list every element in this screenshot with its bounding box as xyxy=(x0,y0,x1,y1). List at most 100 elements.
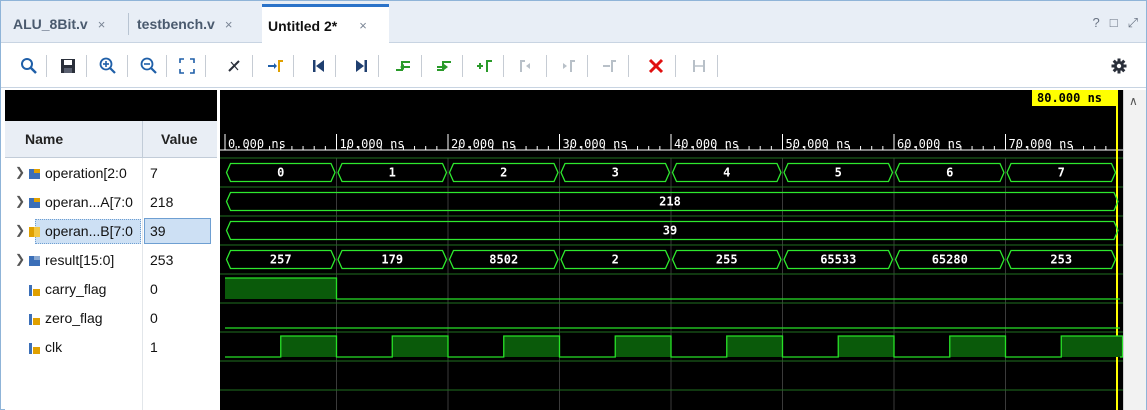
signal-row-carry-flag[interactable]: carry_flag 0 xyxy=(5,275,217,304)
operand-a-wave-value-label: 218 xyxy=(659,195,681,209)
operation-wave-value-label: 2 xyxy=(500,166,507,180)
zoom-out-icon[interactable] xyxy=(139,57,159,75)
zoom-in-icon[interactable] xyxy=(98,57,118,75)
toolbar-separator xyxy=(421,55,422,77)
next-transition-icon[interactable] xyxy=(434,57,454,75)
go-to-start-icon[interactable] xyxy=(309,57,329,75)
clk-wave-high-fill xyxy=(503,336,560,357)
tab-testbench[interactable]: testbench.v × xyxy=(131,5,238,43)
toolbar-separator xyxy=(86,55,87,77)
signal-row-operation[interactable]: ❯ operation[2:0 7 xyxy=(5,159,217,188)
waveform-window: ALU_8Bit.v × testbench.v × Untitled 2* ×… xyxy=(0,0,1147,410)
toolbar-separator xyxy=(166,55,167,77)
add-marker-icon[interactable] xyxy=(475,57,495,75)
swap-cursors-icon[interactable] xyxy=(600,57,620,75)
signal-name: clk xyxy=(45,339,63,355)
maximize-icon[interactable]: ⤢ xyxy=(1128,15,1138,31)
bit-signal-icon xyxy=(29,312,40,325)
expand-icon[interactable]: ❯ xyxy=(15,165,25,179)
waveform-view[interactable]: 0.000 ns 10.000 ns 20.000 ns 30.000 ns 40.00… xyxy=(220,90,1123,410)
signal-name: carry_flag xyxy=(45,281,107,297)
name-column-header[interactable]: Name xyxy=(25,131,63,147)
waveform-canvas[interactable]: 0.000 ns 10.000 ns 20.000 ns 30.000 ns 40.00… xyxy=(220,90,1123,410)
signal-row-operand-a[interactable]: ❯ operan...A[7:0 218 xyxy=(5,188,217,217)
bus-signal-icon xyxy=(29,225,40,237)
scroll-up-icon[interactable]: ∧ xyxy=(1129,94,1138,108)
bit-signal-icon xyxy=(29,341,40,354)
ruler-tick-label: 70.000 ns xyxy=(1009,137,1074,151)
bit-signal-icon xyxy=(29,283,40,296)
signal-name: operan...A[7:0 xyxy=(45,194,133,210)
tab-label: ALU_8Bit.v xyxy=(13,16,88,32)
ruler-tick-label: 60.000 ns xyxy=(897,137,962,151)
clk-wave-high-fill xyxy=(615,336,671,357)
delete-icon[interactable] xyxy=(646,57,666,75)
signal-row-result[interactable]: ❯ result[15:0] 253 xyxy=(5,246,217,275)
operation-wave-value-label: 3 xyxy=(612,166,619,180)
close-icon[interactable]: × xyxy=(225,17,233,32)
settings-icon[interactable] xyxy=(1109,57,1129,75)
column-divider[interactable] xyxy=(142,121,143,158)
panel-header-spacer xyxy=(5,90,217,121)
toolbar-separator xyxy=(628,55,629,77)
signal-value: 1 xyxy=(150,339,158,355)
ruler-tick-label: 20.000 ns xyxy=(451,137,516,151)
expand-icon[interactable]: ❯ xyxy=(15,252,25,266)
signal-row-operand-b[interactable]: ❯ operan...B[7:0 39 xyxy=(5,217,217,246)
operation-wave-value-label: 7 xyxy=(1058,166,1065,180)
result-wave-value-label: 255 xyxy=(716,253,738,267)
operation-wave-value-label: 1 xyxy=(389,166,396,180)
operation-wave-value-label: 4 xyxy=(723,166,730,180)
close-icon[interactable]: × xyxy=(98,17,106,32)
signal-name: operan...B[7:0 xyxy=(45,223,133,239)
result-wave-value-label: 257 xyxy=(270,253,292,267)
close-icon[interactable]: × xyxy=(359,18,367,33)
toolbar-separator xyxy=(46,55,47,77)
operation-wave-value-label: 6 xyxy=(946,166,953,180)
toolbar-separator xyxy=(462,55,463,77)
expand-icon[interactable]: ❯ xyxy=(15,223,25,237)
toolbar-separator xyxy=(293,55,294,77)
signal-row-zero-flag[interactable]: zero_flag 0 xyxy=(5,304,217,333)
toolbar-separator xyxy=(205,55,206,77)
go-to-cursor-icon[interactable] xyxy=(265,57,285,75)
tab-alu-8bit[interactable]: ALU_8Bit.v × xyxy=(7,5,111,43)
vertical-scrollbar[interactable]: ∧ xyxy=(1123,90,1146,410)
carry-flag-wave-high-fill xyxy=(225,278,337,299)
clk-wave-high-fill xyxy=(726,336,783,357)
save-icon[interactable] xyxy=(58,57,78,75)
bus-signal-icon xyxy=(29,196,40,208)
toolbar-separator xyxy=(546,55,547,77)
result-wave-value-label: 8502 xyxy=(489,253,518,267)
clk-wave-high-fill xyxy=(392,336,448,357)
next-marker-icon[interactable] xyxy=(559,57,579,75)
previous-transition-icon[interactable] xyxy=(393,57,413,75)
carry-flag-wave-trace xyxy=(225,277,1120,300)
expand-icon[interactable]: ❯ xyxy=(15,194,25,208)
ruler-tick-label: 50.000 ns xyxy=(786,137,851,151)
previous-marker-icon[interactable] xyxy=(517,57,537,75)
go-to-end-icon[interactable] xyxy=(351,57,371,75)
value-column-header[interactable]: Value xyxy=(161,131,198,147)
help-icon[interactable]: ? xyxy=(1093,15,1100,31)
signal-value: 0 xyxy=(150,310,158,326)
cursor-icon[interactable] xyxy=(224,57,244,75)
toolbar-separator xyxy=(378,55,379,77)
clk-wave-high-fill xyxy=(280,336,337,357)
restore-icon[interactable]: □ xyxy=(1110,15,1118,31)
signal-value: 7 xyxy=(150,165,158,181)
result-wave-value-label: 179 xyxy=(381,253,403,267)
signal-row-clk[interactable]: clk 1 xyxy=(5,333,217,362)
snap-icon[interactable] xyxy=(689,57,709,75)
tab-untitled-2[interactable]: Untitled 2* × xyxy=(262,4,389,44)
search-icon[interactable] xyxy=(19,57,39,75)
toolbar-separator xyxy=(503,55,504,77)
ruler-tick-label: 10.000 ns xyxy=(340,137,405,151)
signal-name: zero_flag xyxy=(45,310,103,326)
toolbar-separator xyxy=(252,55,253,77)
zoom-fit-icon[interactable] xyxy=(177,57,197,75)
toolbar-separator xyxy=(127,55,128,77)
tab-bar: ALU_8Bit.v × testbench.v × Untitled 2* ×… xyxy=(1,1,1146,44)
bus-signal-icon xyxy=(29,167,40,179)
toolbar-separator xyxy=(335,55,336,77)
